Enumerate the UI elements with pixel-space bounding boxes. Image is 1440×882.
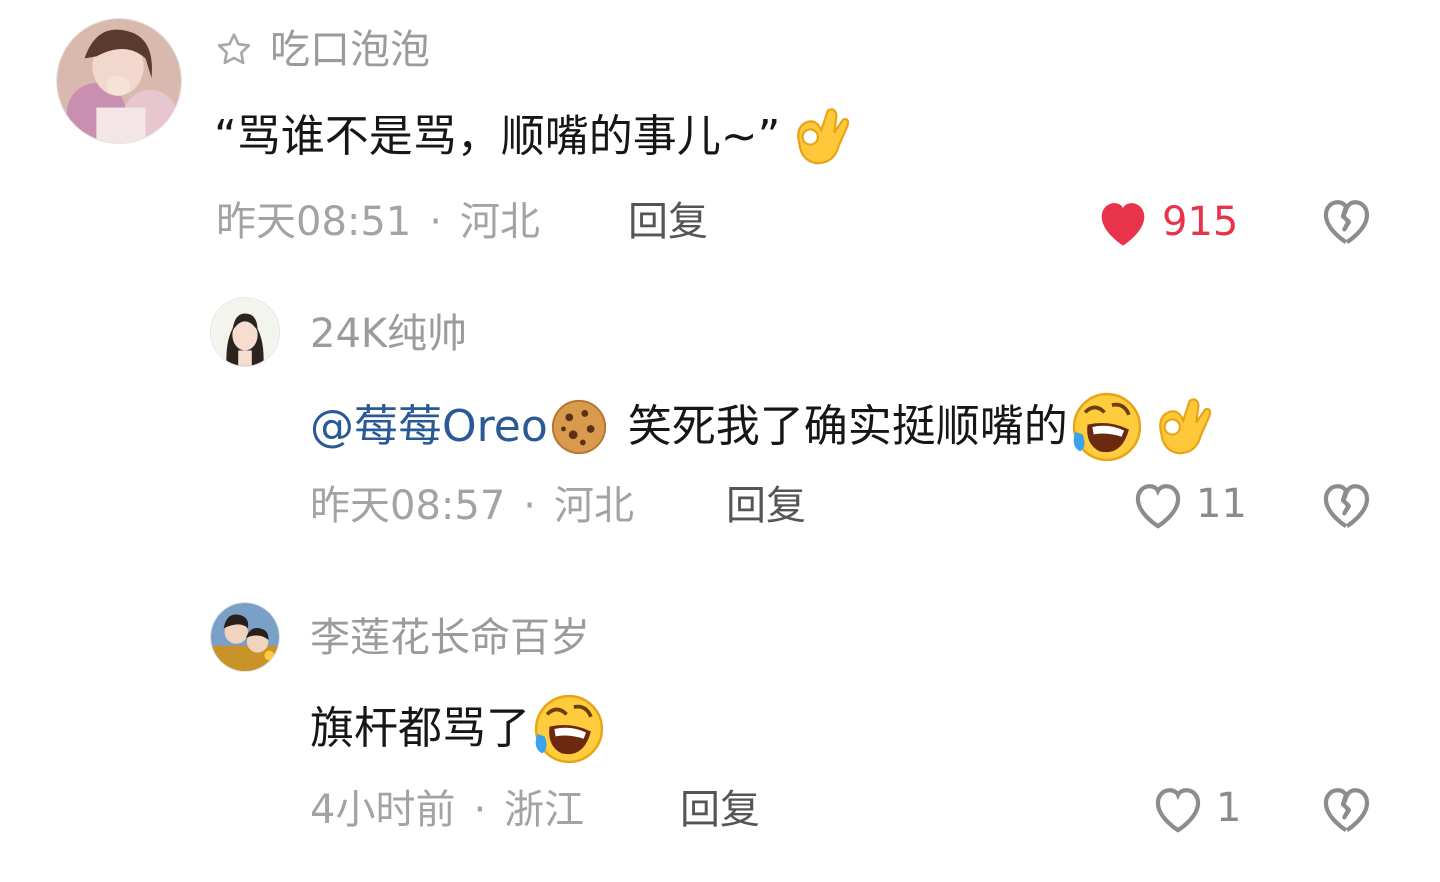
- avatar[interactable]: [56, 18, 182, 144]
- reply-button[interactable]: 回复: [680, 786, 760, 834]
- ok-hand-emoji: [797, 108, 850, 165]
- star-outline-icon: [217, 33, 251, 65]
- rolling-laughing-emoji: [534, 694, 604, 764]
- comment-body: 旗杆都骂了: [310, 703, 530, 754]
- separator: ·: [523, 483, 536, 529]
- avatar[interactable]: [210, 602, 280, 672]
- username[interactable]: 李莲花长命百岁: [310, 614, 590, 662]
- location: 河北: [460, 199, 540, 245]
- comment-thread: 吃口泡泡 “骂谁不是骂，顺嘴的事儿~” 昨天08:51 · 河北 回复 915 24…: [0, 0, 1440, 882]
- like-count: 11: [1196, 481, 1247, 527]
- cookie-emoji: [551, 399, 606, 455]
- mention-link[interactable]: @莓莓Oreo: [310, 397, 548, 457]
- heart-icon: [1135, 484, 1181, 529]
- comment-body: 笑死我了确实挺顺嘴的: [627, 401, 1068, 452]
- avatar[interactable]: [210, 297, 280, 367]
- timestamp: 4小时前: [310, 787, 456, 833]
- like-button[interactable]: 11: [1130, 478, 1247, 530]
- broken-heart-icon[interactable]: [1318, 782, 1374, 834]
- comment-text: @莓莓Oreo 笑死我了确实挺顺嘴的: [310, 388, 1216, 466]
- reply-button[interactable]: 回复: [628, 198, 708, 246]
- ok-hand-emoji: [1158, 398, 1211, 455]
- comment-meta: 4小时前 · 浙江: [310, 786, 584, 834]
- comment-meta: 昨天08:51 · 河北: [216, 198, 540, 246]
- like-button[interactable]: 1: [1150, 782, 1241, 834]
- heart-icon: [1101, 203, 1145, 246]
- heart-icon: [1155, 788, 1201, 833]
- timestamp: 昨天08:57: [310, 483, 506, 529]
- comment-meta: 昨天08:57 · 河北: [310, 482, 634, 530]
- separator: ·: [429, 199, 442, 245]
- comment-text: 旗杆都骂了: [310, 690, 608, 768]
- broken-heart-icon[interactable]: [1318, 478, 1374, 530]
- like-count: 1: [1216, 785, 1242, 831]
- username[interactable]: 24K纯帅: [310, 310, 467, 358]
- like-button[interactable]: 915: [1094, 196, 1238, 248]
- comment-text: “骂谁不是骂，顺嘴的事儿~”: [214, 102, 854, 172]
- broken-heart-icon[interactable]: [1318, 194, 1374, 246]
- location: 河北: [554, 483, 634, 529]
- like-count: 915: [1162, 199, 1239, 245]
- separator: ·: [473, 787, 487, 833]
- location: 浙江: [504, 787, 585, 833]
- reply-button[interactable]: 回复: [726, 482, 806, 530]
- rolling-laughing-emoji: [1072, 392, 1141, 462]
- timestamp: 昨天08:51: [216, 199, 412, 245]
- username[interactable]: 吃口泡泡: [270, 26, 430, 74]
- comment-body: “骂谁不是骂，顺嘴的事儿~”: [214, 111, 781, 162]
